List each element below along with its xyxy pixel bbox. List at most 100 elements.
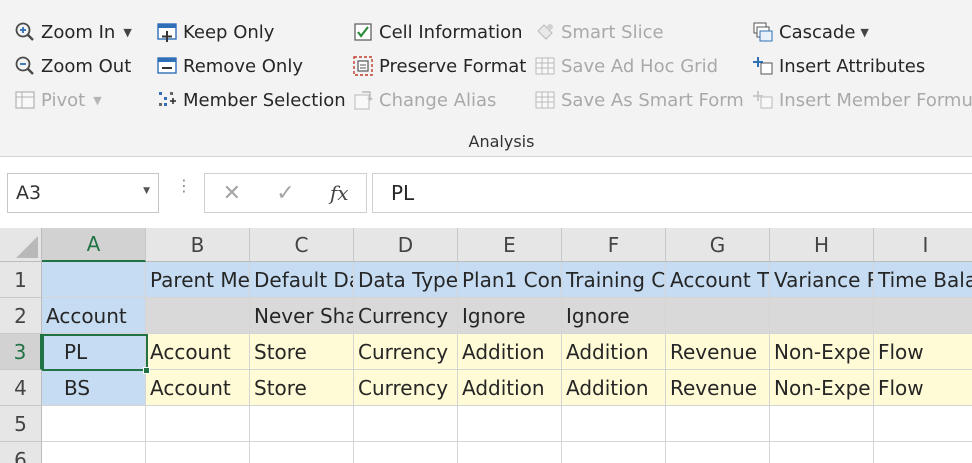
column-header-c[interactable]: C bbox=[250, 228, 354, 262]
row-header-5[interactable]: 5 bbox=[0, 406, 42, 442]
cell-i6[interactable] bbox=[874, 442, 972, 463]
row-header-3[interactable]: 3 bbox=[0, 334, 42, 370]
cell-g3[interactable]: Revenue bbox=[666, 334, 770, 370]
cell-e4[interactable]: Addition bbox=[458, 370, 562, 406]
column-header-h[interactable]: H bbox=[770, 228, 874, 262]
pivot-icon bbox=[14, 89, 36, 111]
insert-function-button[interactable]: fx bbox=[312, 181, 366, 205]
cell-e6[interactable] bbox=[458, 442, 562, 463]
column-header-d[interactable]: D bbox=[354, 228, 458, 262]
cell-h6[interactable] bbox=[770, 442, 874, 463]
member-selection-button[interactable]: Member Selection bbox=[156, 86, 346, 114]
cell-b6[interactable] bbox=[146, 442, 250, 463]
chevron-down-icon[interactable]: ▼ bbox=[123, 26, 131, 39]
cell-h5[interactable] bbox=[770, 406, 874, 442]
cell-b1[interactable]: Parent Me bbox=[146, 262, 250, 298]
cell-h4[interactable]: Non-Expe bbox=[770, 370, 874, 406]
cell-i1[interactable]: Time Bala bbox=[874, 262, 972, 298]
ribbon-analysis-group: Zoom In ▼ Zoom Out Pivot ▼ Keep Only Rem… bbox=[0, 0, 972, 157]
row-header-4[interactable]: 4 bbox=[0, 370, 42, 406]
column-header-b[interactable]: B bbox=[146, 228, 250, 262]
column-header-e[interactable]: E bbox=[458, 228, 562, 262]
cell-d5[interactable] bbox=[354, 406, 458, 442]
cell-g1[interactable]: Account T bbox=[666, 262, 770, 298]
cell-information-button[interactable]: Cell Information bbox=[352, 18, 523, 46]
preserve-format-button[interactable]: Preserve Format bbox=[352, 52, 526, 80]
cell-h3[interactable]: Non-Expe bbox=[770, 334, 874, 370]
row-header-6[interactable]: 6 bbox=[0, 442, 42, 463]
cell-b2[interactable] bbox=[146, 298, 250, 334]
cell-f1[interactable]: Training C bbox=[562, 262, 666, 298]
preserve-format-icon bbox=[352, 55, 374, 77]
cell-h1[interactable]: Variance R bbox=[770, 262, 874, 298]
cell-g6[interactable] bbox=[666, 442, 770, 463]
cell-g5[interactable] bbox=[666, 406, 770, 442]
cell-a4[interactable]: BS bbox=[42, 370, 146, 406]
cell-b4[interactable]: Account bbox=[146, 370, 250, 406]
cell-f6[interactable] bbox=[562, 442, 666, 463]
smart-slice-button[interactable]: Smart Slice bbox=[534, 18, 664, 46]
remove-only-button[interactable]: Remove Only bbox=[156, 52, 303, 80]
column-header-a[interactable]: A bbox=[42, 228, 146, 262]
cell-d1[interactable]: Data Type bbox=[354, 262, 458, 298]
fill-handle[interactable] bbox=[143, 367, 150, 374]
name-box-dropdown-icon[interactable]: ▼ bbox=[143, 186, 150, 196]
cell-a1[interactable] bbox=[42, 262, 146, 298]
cell-i2[interactable] bbox=[874, 298, 972, 334]
cell-d4[interactable]: Currency bbox=[354, 370, 458, 406]
cell-h2[interactable] bbox=[770, 298, 874, 334]
change-alias-button[interactable]: Change Alias bbox=[352, 86, 496, 114]
formula-input[interactable]: PL bbox=[372, 173, 972, 213]
cell-a6[interactable] bbox=[42, 442, 146, 463]
formula-bar-resize-handle[interactable]: ⋮ bbox=[176, 178, 192, 194]
cell-g2[interactable] bbox=[666, 298, 770, 334]
insert-attributes-button[interactable]: Insert Attributes bbox=[752, 52, 925, 80]
cell-c3[interactable]: Store bbox=[250, 334, 354, 370]
column-header-f[interactable]: F bbox=[562, 228, 666, 262]
cell-c1[interactable]: Default Da bbox=[250, 262, 354, 298]
zoom-out-button[interactable]: Zoom Out bbox=[14, 52, 131, 80]
chevron-down-icon[interactable]: ▼ bbox=[93, 94, 101, 107]
save-ad-hoc-grid-button[interactable]: Save Ad Hoc Grid bbox=[534, 52, 718, 80]
cancel-icon[interactable]: ✕ bbox=[205, 181, 259, 206]
cell-f2[interactable]: Ignore bbox=[562, 298, 666, 334]
chevron-down-icon[interactable]: ▼ bbox=[860, 26, 868, 39]
save-as-smart-form-button[interactable]: Save As Smart Form bbox=[534, 86, 744, 114]
name-box-value: A3 bbox=[16, 182, 42, 204]
cell-d3[interactable]: Currency bbox=[354, 334, 458, 370]
cell-a5[interactable] bbox=[42, 406, 146, 442]
keep-only-button[interactable]: Keep Only bbox=[156, 18, 274, 46]
pivot-button[interactable]: Pivot ▼ bbox=[14, 86, 102, 114]
cell-a3[interactable]: PL bbox=[42, 334, 146, 370]
enter-icon[interactable]: ✓ bbox=[259, 181, 313, 206]
select-all-button[interactable] bbox=[0, 228, 42, 262]
column-header-i[interactable]: I bbox=[874, 228, 972, 262]
cell-e1[interactable]: Plan1 Con bbox=[458, 262, 562, 298]
cell-f3[interactable]: Addition bbox=[562, 334, 666, 370]
cell-d6[interactable] bbox=[354, 442, 458, 463]
cell-e2[interactable]: Ignore bbox=[458, 298, 562, 334]
cell-c4[interactable]: Store bbox=[250, 370, 354, 406]
cell-e3[interactable]: Addition bbox=[458, 334, 562, 370]
insert-member-formula-button[interactable]: Insert Member Formul bbox=[752, 86, 972, 114]
cell-b5[interactable] bbox=[146, 406, 250, 442]
cell-b3[interactable]: Account bbox=[146, 334, 250, 370]
cell-d2[interactable]: Currency bbox=[354, 298, 458, 334]
cell-a2[interactable]: Account bbox=[42, 298, 146, 334]
cell-c6[interactable] bbox=[250, 442, 354, 463]
cell-i5[interactable] bbox=[874, 406, 972, 442]
cell-i4[interactable]: Flow bbox=[874, 370, 972, 406]
cell-c5[interactable] bbox=[250, 406, 354, 442]
row-header-2[interactable]: 2 bbox=[0, 298, 42, 334]
cell-g4[interactable]: Revenue bbox=[666, 370, 770, 406]
cell-f4[interactable]: Addition bbox=[562, 370, 666, 406]
cell-i3[interactable]: Flow bbox=[874, 334, 972, 370]
cell-f5[interactable] bbox=[562, 406, 666, 442]
cell-e5[interactable] bbox=[458, 406, 562, 442]
column-header-g[interactable]: G bbox=[666, 228, 770, 262]
zoom-in-button[interactable]: Zoom In ▼ bbox=[14, 18, 132, 46]
cell-c2[interactable]: Never Sha bbox=[250, 298, 354, 334]
cascade-button[interactable]: Cascade ▼ bbox=[752, 18, 869, 46]
name-box[interactable]: A3 ▼ bbox=[7, 173, 159, 213]
row-header-1[interactable]: 1 bbox=[0, 262, 42, 298]
